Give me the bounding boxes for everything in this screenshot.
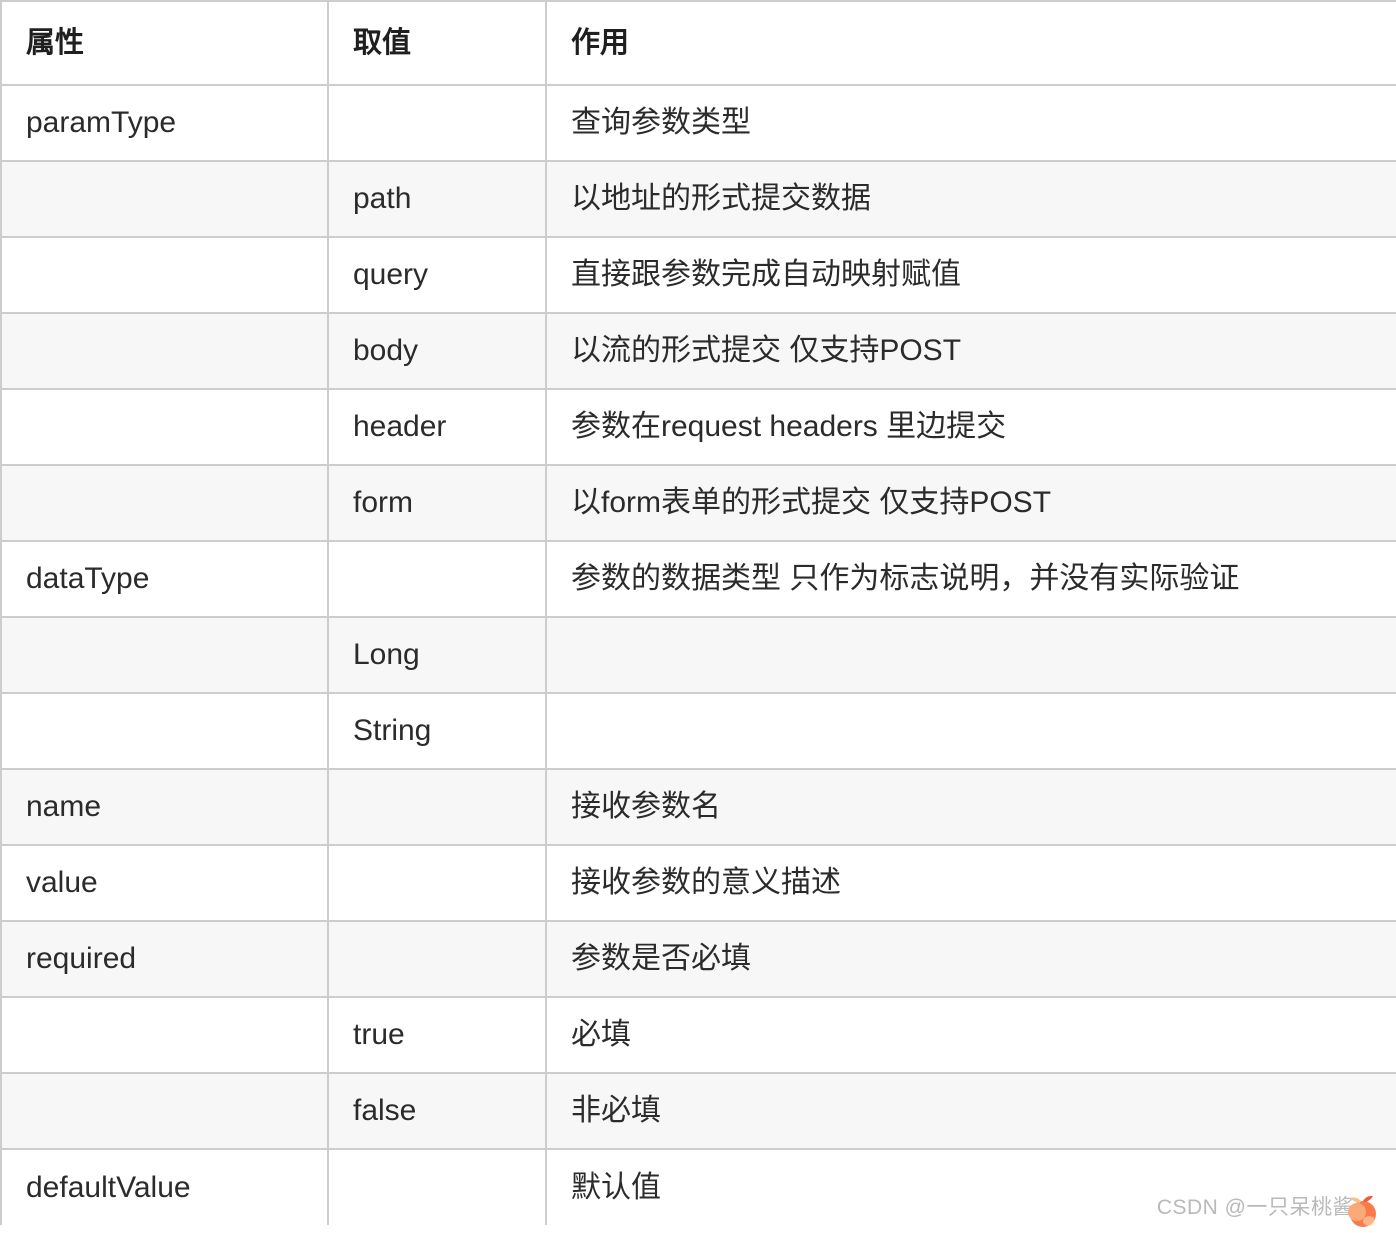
table-row: body 以流的形式提交 仅支持POST [0, 313, 1396, 390]
table-cell-attr [0, 313, 329, 390]
table-cell-attr: defaultValue [0, 1149, 329, 1225]
table-cell-value: form [328, 465, 547, 542]
table-row: name 接收参数名 [0, 769, 1396, 846]
table-cell-desc: 以地址的形式提交数据 [546, 161, 1396, 238]
table-cell-value [328, 769, 547, 846]
table-header-row: 属性 取值 作用 [0, 1, 1396, 86]
table-row: query 直接跟参数完成自动映射赋值 [0, 237, 1396, 314]
table-cell-desc: 查询参数类型 [546, 85, 1396, 162]
table-cell-attr: dataType [0, 541, 329, 618]
table-cell-attr [0, 389, 329, 466]
table-cell-attr [0, 997, 329, 1074]
table-header: 属性 取值 作用 [0, 1, 1396, 86]
table-row: required 参数是否必填 [0, 921, 1396, 998]
table-row: header 参数在request headers 里边提交 [0, 389, 1396, 466]
table-cell-value [328, 541, 547, 618]
table-cell-attr [0, 617, 329, 694]
table-cell-value: false [328, 1073, 547, 1150]
table-cell-value [328, 845, 547, 922]
table-cell-attr: value [0, 845, 329, 922]
table-body: paramType 查询参数类型 path 以地址的形式提交数据 query 直接跟参数完… [0, 85, 1396, 1225]
table-cell-desc [546, 617, 1396, 694]
table-cell-desc: 非必填 [546, 1073, 1396, 1150]
table-cell-value: header [328, 389, 547, 466]
table-cell-desc: 接收参数名 [546, 769, 1396, 846]
table-cell-value: String [328, 693, 547, 770]
table-row: dataType 参数的数据类型 只作为标志说明，并没有实际验证 [0, 541, 1396, 618]
table-page: 属性 取值 作用 paramType 查询参数类型 path 以地址的形式提交数据 qu… [0, 0, 1396, 1233]
table-row: value 接收参数的意义描述 [0, 845, 1396, 922]
table-cell-desc: 参数在request headers 里边提交 [546, 389, 1396, 466]
table-cell-attr: required [0, 921, 329, 998]
table-cell-value: path [328, 161, 547, 238]
table-row: String [0, 693, 1396, 770]
table-row: Long [0, 617, 1396, 694]
table-cell-attr [0, 693, 329, 770]
table-cell-desc: 必填 [546, 997, 1396, 1074]
table-cell-value: Long [328, 617, 547, 694]
table-cell-attr [0, 161, 329, 238]
table-cell-value: body [328, 313, 547, 390]
table-row: true 必填 [0, 997, 1396, 1074]
table-cell-desc: 直接跟参数完成自动映射赋值 [546, 237, 1396, 314]
table-cell-desc: 以流的形式提交 仅支持POST [546, 313, 1396, 390]
column-header-value: 取值 [328, 1, 547, 86]
table-cell-desc: 以form表单的形式提交 仅支持POST [546, 465, 1396, 542]
table-row: path 以地址的形式提交数据 [0, 161, 1396, 238]
table-cell-value: true [328, 997, 547, 1074]
table-row: paramType 查询参数类型 [0, 85, 1396, 162]
table-cell-value [328, 85, 547, 162]
table-row: false 非必填 [0, 1073, 1396, 1150]
table-cell-desc: 默认值 [546, 1149, 1396, 1225]
table-cell-desc: 参数是否必填 [546, 921, 1396, 998]
table-cell-desc [546, 693, 1396, 770]
column-header-purpose: 作用 [546, 1, 1396, 86]
table-cell-attr: paramType [0, 85, 329, 162]
column-header-attribute: 属性 [0, 1, 329, 86]
table-row: form 以form表单的形式提交 仅支持POST [0, 465, 1396, 542]
table-cell-desc: 参数的数据类型 只作为标志说明，并没有实际验证 [546, 541, 1396, 618]
table-cell-attr [0, 465, 329, 542]
table-cell-value [328, 921, 547, 998]
table-cell-value [328, 1149, 547, 1225]
table-cell-value: query [328, 237, 547, 314]
table-cell-desc: 接收参数的意义描述 [546, 845, 1396, 922]
table-cell-attr: name [0, 769, 329, 846]
annotation-attributes-table: 属性 取值 作用 paramType 查询参数类型 path 以地址的形式提交数据 qu… [0, 0, 1396, 1225]
table-cell-attr [0, 237, 329, 314]
table-row: defaultValue 默认值 [0, 1149, 1396, 1225]
table-cell-attr [0, 1073, 329, 1150]
